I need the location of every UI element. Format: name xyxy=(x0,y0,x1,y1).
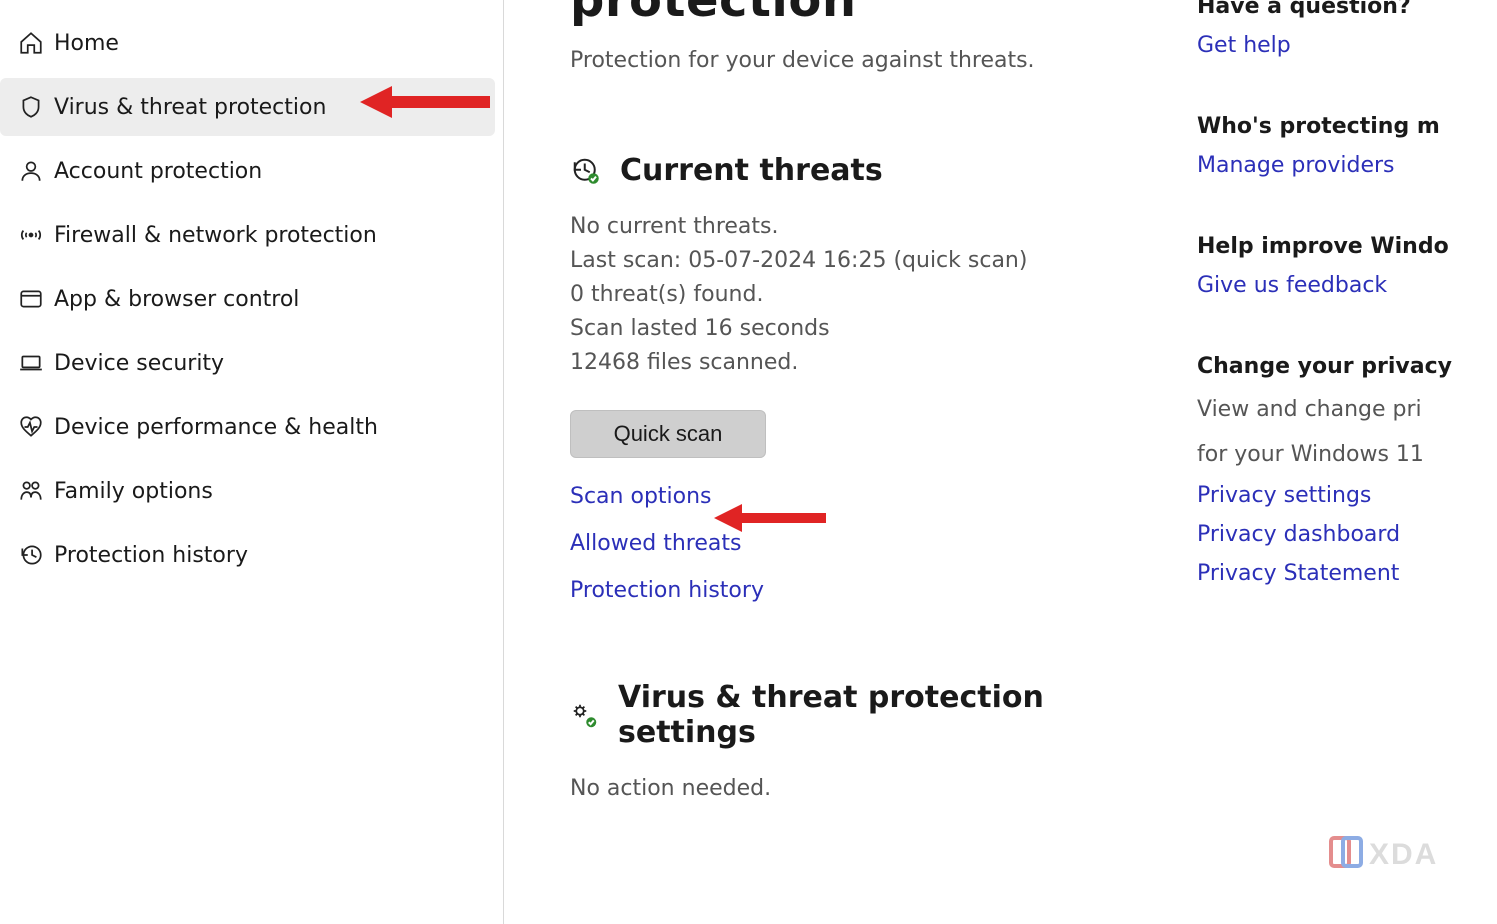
shield-icon xyxy=(8,94,54,120)
sidebar-item-family-options[interactable]: Family options xyxy=(0,462,495,520)
sidebar-item-home[interactable]: Home xyxy=(0,14,495,72)
protection-history-link[interactable]: Protection history xyxy=(570,578,764,603)
sidebar-item-account-protection[interactable]: Account protection xyxy=(0,142,495,200)
family-icon xyxy=(8,478,54,504)
sidebar-item-label: Family options xyxy=(54,479,213,504)
sidebar-item-label: App & browser control xyxy=(54,287,299,312)
history-icon xyxy=(8,542,54,568)
sidebar-item-label: Virus & threat protection xyxy=(54,95,326,120)
threats-found: 0 threat(s) found. xyxy=(570,278,1130,312)
current-threats-section: Current threats No current threats. Last… xyxy=(570,153,1130,603)
main-content: protection Protection for your device ag… xyxy=(504,0,1177,924)
laptop-icon xyxy=(8,350,54,376)
who-group: Who's protecting m Manage providers xyxy=(1197,114,1497,178)
privacy-title: Change your privacy xyxy=(1197,354,1497,379)
current-threats-body: No current threats. Last scan: 05-07-202… xyxy=(570,210,1130,380)
sidebar-item-device-security[interactable]: Device security xyxy=(0,334,495,392)
home-icon xyxy=(8,30,54,56)
who-title: Who's protecting m xyxy=(1197,114,1497,139)
history-shield-icon xyxy=(570,155,602,187)
get-help-link[interactable]: Get help xyxy=(1197,33,1291,58)
sidebar-item-protection-history[interactable]: Protection history xyxy=(0,526,495,584)
sidebar-item-app-browser[interactable]: App & browser control xyxy=(0,270,495,328)
heart-pulse-icon xyxy=(8,414,54,440)
sidebar-item-label: Device performance & health xyxy=(54,415,378,440)
settings-body: No action needed. xyxy=(570,772,1130,806)
last-scan: Last scan: 05-07-2024 16:25 (quick scan) xyxy=(570,244,1130,278)
files-scanned: 12468 files scanned. xyxy=(570,346,1130,380)
person-icon xyxy=(8,158,54,184)
settings-status: No action needed. xyxy=(570,772,1130,806)
privacy-text-1: View and change pri xyxy=(1197,393,1497,426)
allowed-threats-link[interactable]: Allowed threats xyxy=(570,531,741,556)
sidebar-item-virus-threat[interactable]: Virus & threat protection xyxy=(0,78,495,136)
privacy-dashboard-link[interactable]: Privacy dashboard xyxy=(1197,522,1400,547)
manage-providers-link[interactable]: Manage providers xyxy=(1197,153,1395,178)
scan-duration: Scan lasted 16 seconds xyxy=(570,312,1130,346)
privacy-settings-link[interactable]: Privacy settings xyxy=(1197,483,1371,508)
right-column: Have a question? Get help Who's protecti… xyxy=(1177,0,1497,924)
question-title: Have a question? xyxy=(1197,0,1497,19)
watermark-logo: XDA xyxy=(1329,828,1489,876)
threats-status: No current threats. xyxy=(570,210,1130,244)
settings-heading: Virus & threat protection settings xyxy=(618,681,1130,750)
page-title: protection xyxy=(570,0,1177,28)
sidebar-item-label: Account protection xyxy=(54,159,262,184)
help-improve-group: Help improve Windo Give us feedback xyxy=(1197,234,1497,298)
window-icon xyxy=(8,286,54,312)
privacy-statement-link[interactable]: Privacy Statement xyxy=(1197,561,1399,586)
privacy-group: Change your privacy View and change pri … xyxy=(1197,354,1497,586)
page-subtitle: Protection for your device against threa… xyxy=(570,48,1177,73)
svg-text:XDA: XDA xyxy=(1369,838,1438,871)
quick-scan-button[interactable]: Quick scan xyxy=(570,410,766,458)
sidebar-item-label: Home xyxy=(54,31,119,56)
scan-options-link[interactable]: Scan options xyxy=(570,484,712,509)
feedback-link[interactable]: Give us feedback xyxy=(1197,273,1387,298)
sidebar: Home Virus & threat protection Account p… xyxy=(0,0,504,924)
sidebar-item-firewall[interactable]: Firewall & network protection xyxy=(0,206,495,264)
settings-section: Virus & threat protection settings No ac… xyxy=(570,681,1130,806)
sidebar-item-label: Firewall & network protection xyxy=(54,223,377,248)
sidebar-item-label: Device security xyxy=(54,351,224,376)
help-improve-title: Help improve Windo xyxy=(1197,234,1497,259)
question-group: Have a question? Get help xyxy=(1197,0,1497,58)
privacy-text-2: for your Windows 11 xyxy=(1197,438,1497,471)
sidebar-item-device-performance[interactable]: Device performance & health xyxy=(0,398,495,456)
sidebar-item-label: Protection history xyxy=(54,543,248,568)
gears-icon xyxy=(570,700,600,732)
antenna-icon xyxy=(8,222,54,248)
current-threats-heading: Current threats xyxy=(620,153,883,188)
